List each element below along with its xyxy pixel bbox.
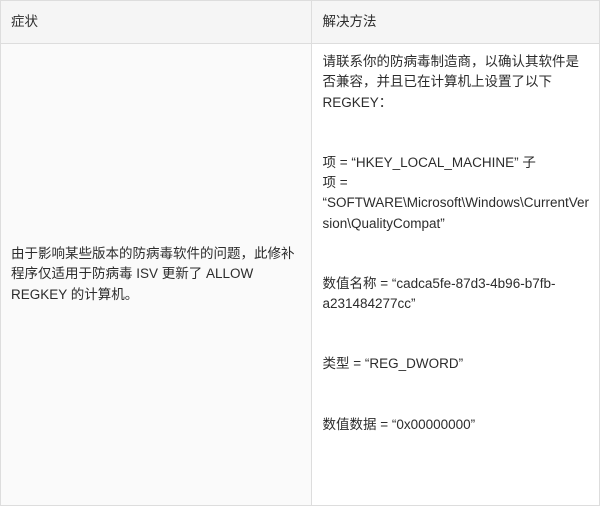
resolution-intro: 请联系你的防病毒制造商，以确认其软件是否兼容，并且已在计算机上设置了以下 REG…: [322, 52, 589, 113]
resolution-key-line1: 项 = “HKEY_LOCAL_MACHINE” 子: [322, 153, 589, 173]
table-row: 由于影响某些版本的防病毒软件的问题，此修补程序仅适用于防病毒 ISV 更新了 A…: [1, 44, 600, 506]
resolution-type: 类型 = “REG_DWORD”: [322, 354, 589, 374]
resolution-value-name: 数值名称 = “cadca5fe-87d3-4b96-b7fb-a2314842…: [322, 274, 589, 315]
resolution-cell: 请联系你的防病毒制造商，以确认其软件是否兼容，并且已在计算机上设置了以下 REG…: [312, 44, 600, 506]
header-symptom: 症状: [1, 1, 312, 44]
resolution-key: 项 = “HKEY_LOCAL_MACHINE” 子 项 = “SOFTWARE…: [322, 153, 589, 234]
header-row: 症状 解决方法: [1, 1, 600, 44]
resolution-key-line2: 项 = “SOFTWARE\Microsoft\Windows\CurrentV…: [322, 173, 589, 234]
symptom-cell: 由于影响某些版本的防病毒软件的问题，此修补程序仅适用于防病毒 ISV 更新了 A…: [1, 44, 312, 506]
resolution-data: 数值数据 = “0x00000000”: [322, 415, 589, 435]
header-resolution: 解决方法: [312, 1, 600, 44]
kb-table: 症状 解决方法 由于影响某些版本的防病毒软件的问题，此修补程序仅适用于防病毒 I…: [0, 0, 600, 506]
symptom-text: 由于影响某些版本的防病毒软件的问题，此修补程序仅适用于防病毒 ISV 更新了 A…: [11, 244, 301, 305]
